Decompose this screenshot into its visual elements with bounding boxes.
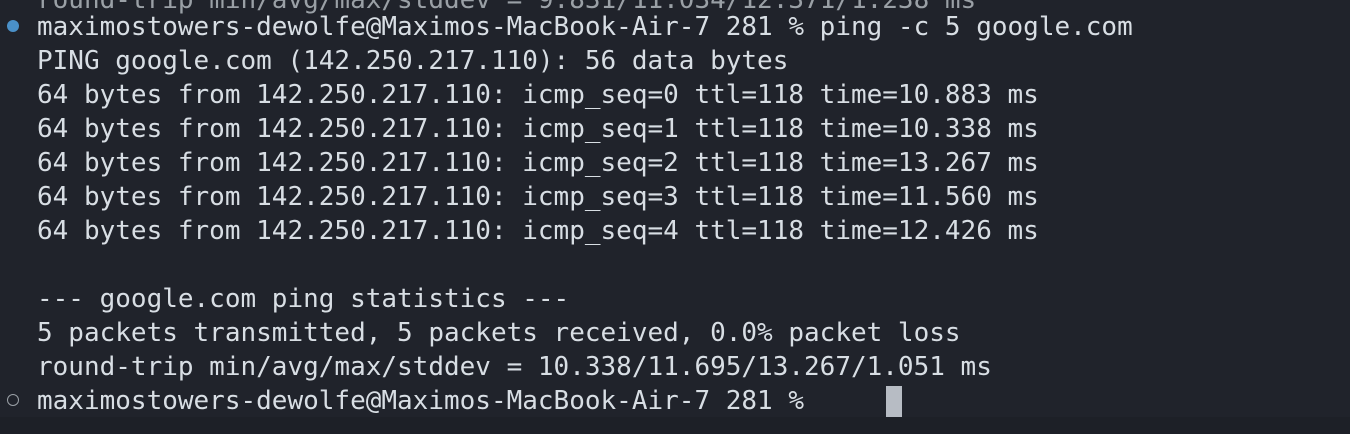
output-line: 64 bytes from 142.250.217.110: icmp_seq=… (37, 216, 1039, 246)
text-cursor (886, 386, 902, 417)
active-prompt-line[interactable]: maximostowers-dewolfe@Maximos-MacBook-Ai… (37, 384, 820, 418)
active-prompt-mark-icon[interactable] (7, 394, 19, 406)
command-mark-icon[interactable] (7, 20, 19, 32)
command-prompt-line: maximostowers-dewolfe@Maximos-MacBook-Ai… (37, 12, 1133, 42)
output-line: 64 bytes from 142.250.217.110: icmp_seq=… (37, 148, 1039, 178)
output-line: 64 bytes from 142.250.217.110: icmp_seq=… (37, 182, 1039, 212)
output-line: 64 bytes from 142.250.217.110: icmp_seq=… (37, 80, 1039, 110)
output-line: 64 bytes from 142.250.217.110: icmp_seq=… (37, 114, 1039, 144)
output-line: PING google.com (142.250.217.110): 56 da… (37, 46, 789, 76)
terminal-window[interactable]: round-trip min/avg/max/stddev = 9.831/11… (0, 0, 1350, 434)
terminal-bottom-edge (0, 417, 1350, 434)
output-line: 5 packets transmitted, 5 packets receive… (37, 318, 961, 348)
output-line: --- google.com ping statistics --- (37, 284, 570, 314)
output-line: round-trip min/avg/max/stddev = 10.338/1… (37, 352, 992, 382)
